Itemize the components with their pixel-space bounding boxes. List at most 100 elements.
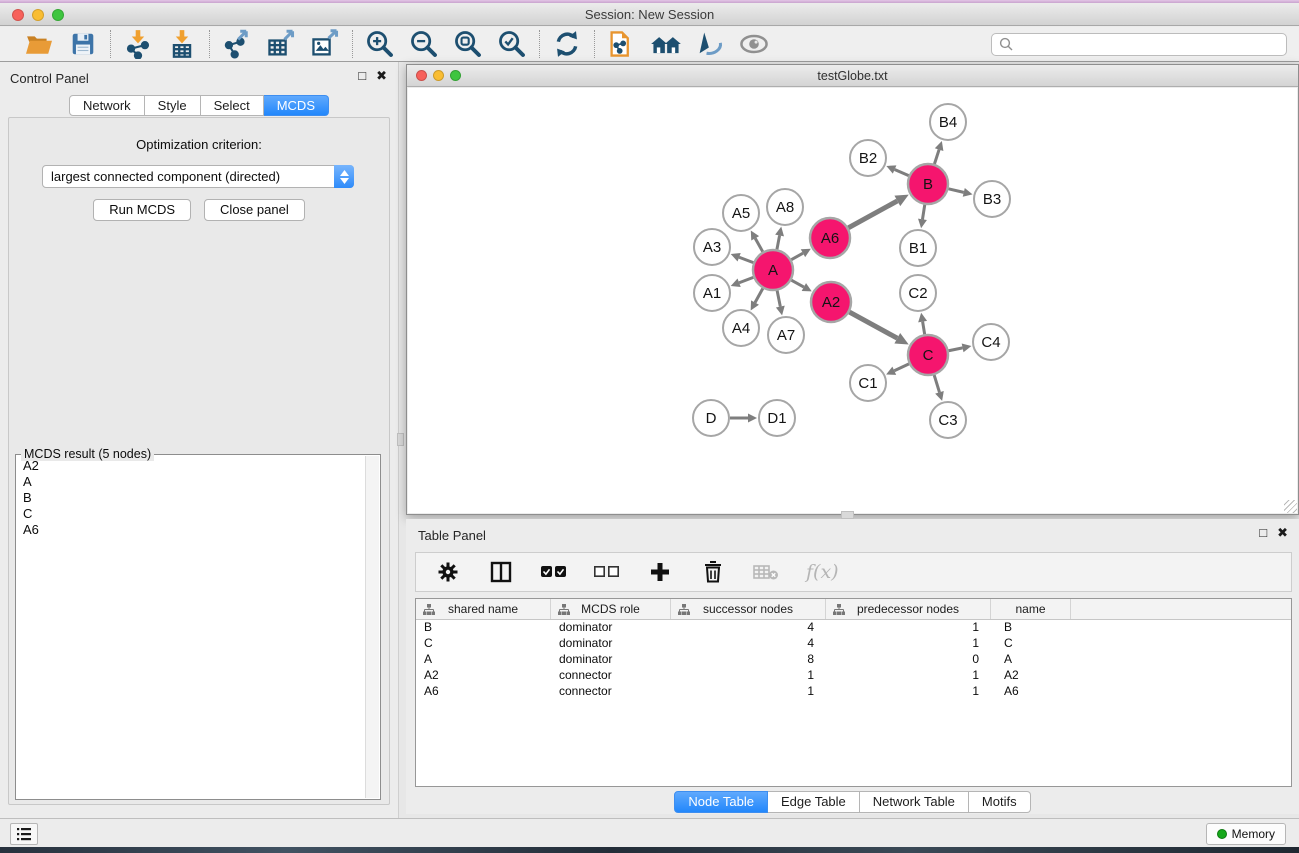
home-icon[interactable] [650,29,682,59]
node-table[interactable]: shared nameMCDS rolesuccessor nodesprede… [415,598,1292,787]
table-row[interactable]: A6connector11A6 [416,684,1291,700]
minimize-window-icon[interactable] [32,9,44,21]
edge-A-A5[interactable] [755,238,763,251]
edge-C-C1[interactable] [894,364,909,371]
zoom-selected-icon[interactable] [496,29,528,59]
edge-A-A1[interactable] [739,277,753,282]
result-item[interactable]: B [17,490,364,506]
result-scrollbar[interactable] [365,456,379,798]
select-all-icon[interactable] [541,557,567,587]
network-canvas[interactable]: B4B2BB3A8A5A6A3B1AA1C2A2A4A7C4CC1C3DD1 [408,88,1297,513]
maximize-window-icon[interactable] [52,9,64,21]
edge-B-B2[interactable] [895,170,909,176]
panel-list-button[interactable] [10,823,38,845]
tab-network-table[interactable]: Network Table [860,791,969,813]
table-row[interactable]: Bdominator41B [416,620,1291,636]
vertical-splitter-handle[interactable] [397,433,404,446]
close-panel-button[interactable]: Close panel [204,199,305,221]
result-item[interactable]: A2 [17,458,364,474]
result-item[interactable]: A6 [17,522,364,538]
zoom-fit-icon[interactable] [452,29,484,59]
tab-edge-table[interactable]: Edge Table [768,791,860,813]
network-close-icon[interactable] [416,70,427,81]
tab-motifs[interactable]: Motifs [969,791,1031,813]
cell-name: A [991,652,1071,668]
graphics-details-icon[interactable] [694,29,726,59]
column-header-successor-nodes[interactable]: successor nodes [671,599,826,619]
column-header-MCDS-role[interactable]: MCDS role [551,599,671,619]
edge-A-A6[interactable] [791,253,803,260]
tab-mcds[interactable]: MCDS [264,95,329,116]
tab-style[interactable]: Style [145,95,201,116]
export-image-icon[interactable] [309,29,341,59]
delete-column-icon[interactable] [700,557,726,587]
close-panel-icon[interactable]: ✖ [376,68,387,84]
tab-network[interactable]: Network [69,95,145,116]
zoom-in-icon[interactable] [364,29,396,59]
result-item[interactable]: C [17,506,364,522]
edge-A6-B[interactable] [848,201,897,228]
window-resize-grip[interactable] [1284,500,1297,513]
network-maximize-icon[interactable] [450,70,461,81]
edge-C-C2[interactable] [923,322,925,335]
graph-node-label: C2 [908,285,927,302]
main-toolbar [0,27,1299,62]
tab-select[interactable]: Select [201,95,264,116]
table-row[interactable]: A2connector11A2 [416,668,1291,684]
edge-A-A8[interactable] [777,235,780,249]
result-item[interactable]: A [17,474,364,490]
zoom-out-icon[interactable] [408,29,440,59]
close-table-panel-icon[interactable]: ✖ [1277,525,1288,541]
column-header-name[interactable]: name [991,599,1071,619]
hierarchy-icon [833,604,845,615]
export-network-icon[interactable] [221,29,253,59]
export-table-icon[interactable] [265,29,297,59]
search-box[interactable] [991,33,1287,56]
memory-button[interactable]: Memory [1206,823,1286,845]
column-header-predecessor-nodes[interactable]: predecessor nodes [826,599,991,619]
column-header-shared-name[interactable]: shared name [416,599,551,619]
table-row[interactable]: Adominator80A [416,652,1291,668]
show-column-icon[interactable] [488,557,514,587]
add-column-icon[interactable] [647,557,673,587]
float-panel-icon[interactable]: □ [358,68,366,84]
tab-node-table[interactable]: Node Table [674,791,768,813]
import-network-icon[interactable] [122,29,154,59]
horizontal-splitter-handle[interactable] [841,511,854,519]
edge-B-B4[interactable] [934,150,939,164]
delete-table-icon[interactable] [753,557,779,587]
edge-C-C4[interactable] [949,348,963,351]
save-icon[interactable] [67,29,99,59]
duplicate-network-icon[interactable] [606,29,638,59]
network-window-titlebar[interactable]: testGlobe.txt [407,65,1298,87]
cell-shared-name: A2 [416,668,551,684]
edge-A-A3[interactable] [739,257,753,262]
cell-predecessor-nodes: 0 [826,652,991,668]
import-table-icon[interactable] [166,29,198,59]
settings-gear-icon[interactable] [435,557,461,587]
float-table-panel-icon[interactable]: □ [1259,525,1267,541]
edge-C-C3[interactable] [934,375,939,392]
mcds-result-list[interactable]: A2ABCA6 [17,458,364,798]
edge-A-A2[interactable] [791,280,803,287]
deselect-all-icon[interactable] [594,557,620,587]
network-minimize-icon[interactable] [433,70,444,81]
edge-A-A4[interactable] [755,288,763,302]
table-row[interactable]: Cdominator41C [416,636,1291,652]
close-window-icon[interactable] [12,9,24,21]
run-mcds-button[interactable]: Run MCDS [93,199,191,221]
edge-A2-C[interactable] [849,312,897,338]
dropdown-stepper-icon [334,165,354,188]
birds-eye-icon[interactable] [738,29,770,59]
edge-B-B3[interactable] [948,189,963,193]
edge-A-A7[interactable] [777,291,780,307]
search-input[interactable] [1018,37,1279,51]
optimization-criterion-dropdown[interactable]: largest connected component (directed) [42,165,354,188]
open-folder-icon[interactable] [23,29,55,59]
edge-arrowhead [918,313,927,323]
function-builder-icon[interactable]: f(x) [806,561,839,583]
cell-successor-nodes: 1 [671,684,826,700]
refresh-icon[interactable] [551,29,583,59]
edge-B-B1[interactable] [922,205,924,220]
memory-status-icon [1217,829,1227,839]
